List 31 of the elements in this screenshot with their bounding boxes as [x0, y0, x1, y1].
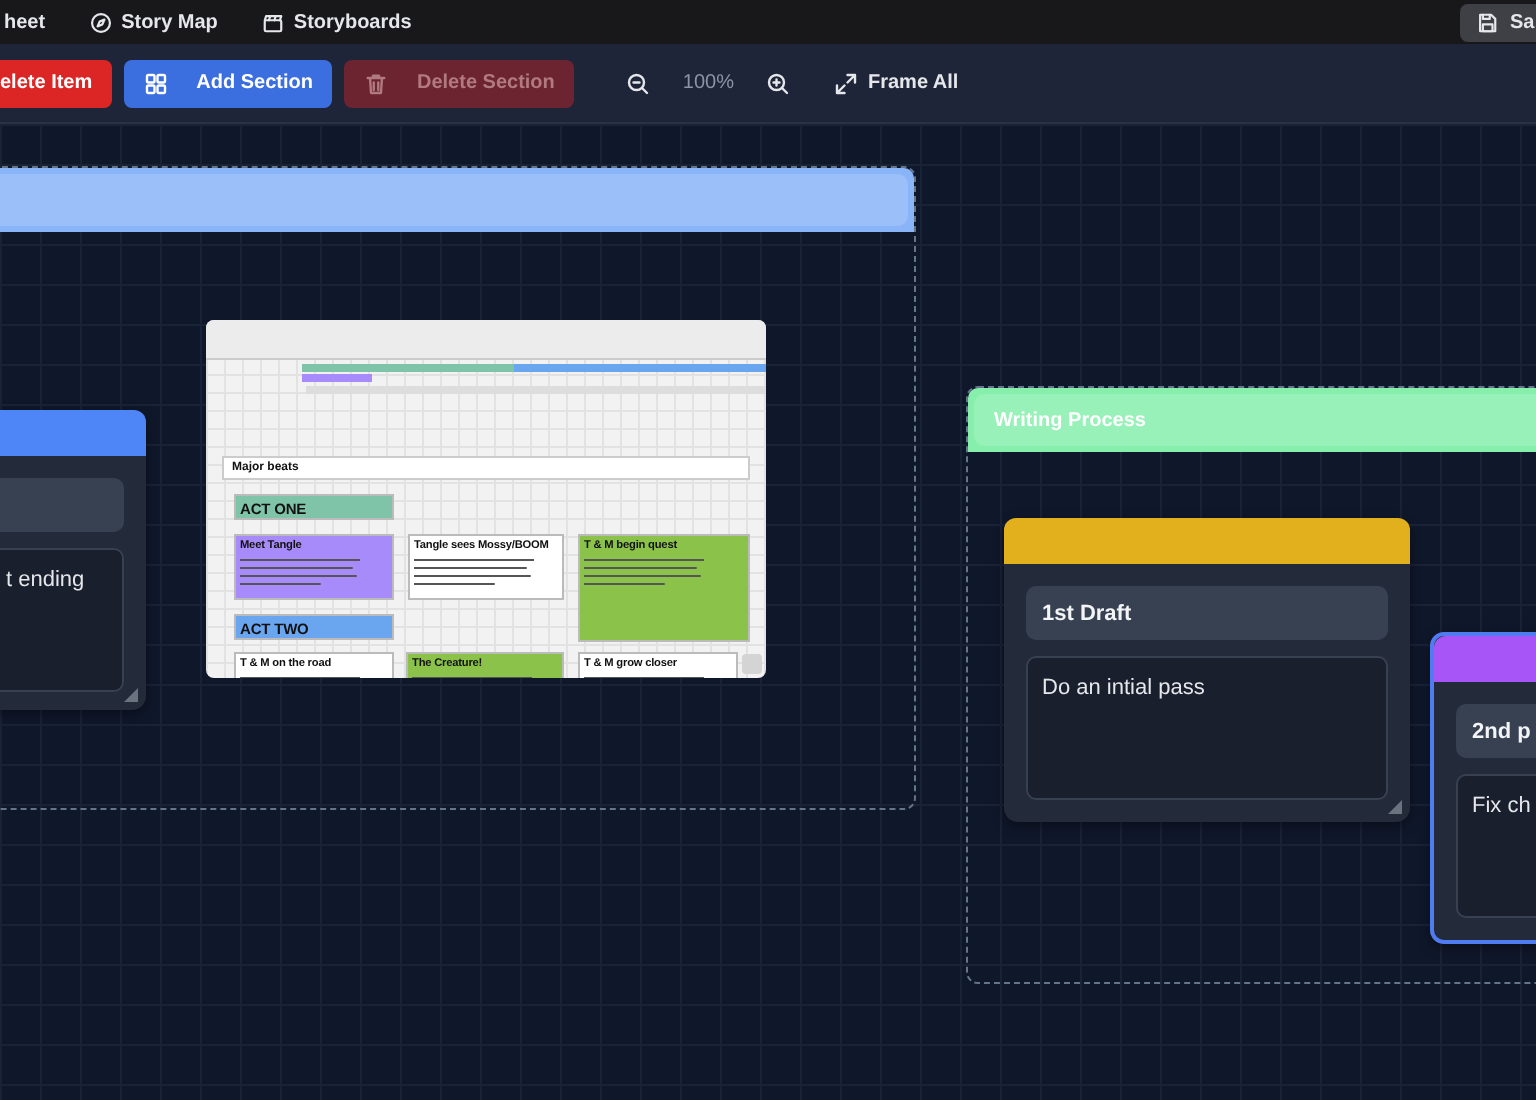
resize-grip-icon — [1388, 800, 1402, 814]
note-card[interactable]: 1st Draft Do an intial pass — [1004, 518, 1410, 822]
note-card[interactable]: t ending — [0, 410, 146, 710]
card-text-area[interactable]: Do an intial pass — [1026, 656, 1388, 800]
clapperboard-icon — [261, 11, 284, 33]
compass-icon — [89, 11, 112, 33]
expand-icon — [833, 71, 858, 95]
note-card[interactable]: 2nd p Fix ch — [1430, 632, 1536, 944]
card-title-field[interactable]: 1st Draft — [1026, 586, 1388, 640]
text-lines-drawing — [240, 556, 360, 588]
nav-tab[interactable]: heet — [0, 11, 50, 33]
frame-all-button[interactable]: Frame All — [821, 69, 971, 97]
text-lines-drawing — [414, 556, 534, 588]
card-text-area[interactable]: Fix ch — [1456, 774, 1536, 918]
zoom-out-icon — [626, 71, 651, 95]
toolbar-button[interactable]: elete Item — [0, 59, 113, 107]
toolbar-button[interactable]: Add Section — [124, 59, 333, 107]
nav-tab[interactable]: Story Map — [85, 11, 222, 33]
resize-handle — [742, 654, 762, 674]
save-icon — [1476, 12, 1498, 34]
save-button[interactable]: Sa — [1460, 4, 1536, 42]
resize-grip-icon — [124, 688, 138, 702]
trash-icon — [364, 71, 389, 95]
nav-tab[interactable]: Storyboards — [257, 11, 416, 33]
grid-icon — [144, 71, 169, 95]
zoom-level: 100% — [682, 72, 734, 94]
card-title-field[interactable]: 2nd p — [1456, 704, 1536, 758]
card-title-field[interactable] — [0, 478, 124, 532]
zoom-in-icon — [765, 71, 790, 95]
card-text-area[interactable]: t ending — [0, 548, 124, 692]
text-lines-drawing — [584, 556, 704, 588]
